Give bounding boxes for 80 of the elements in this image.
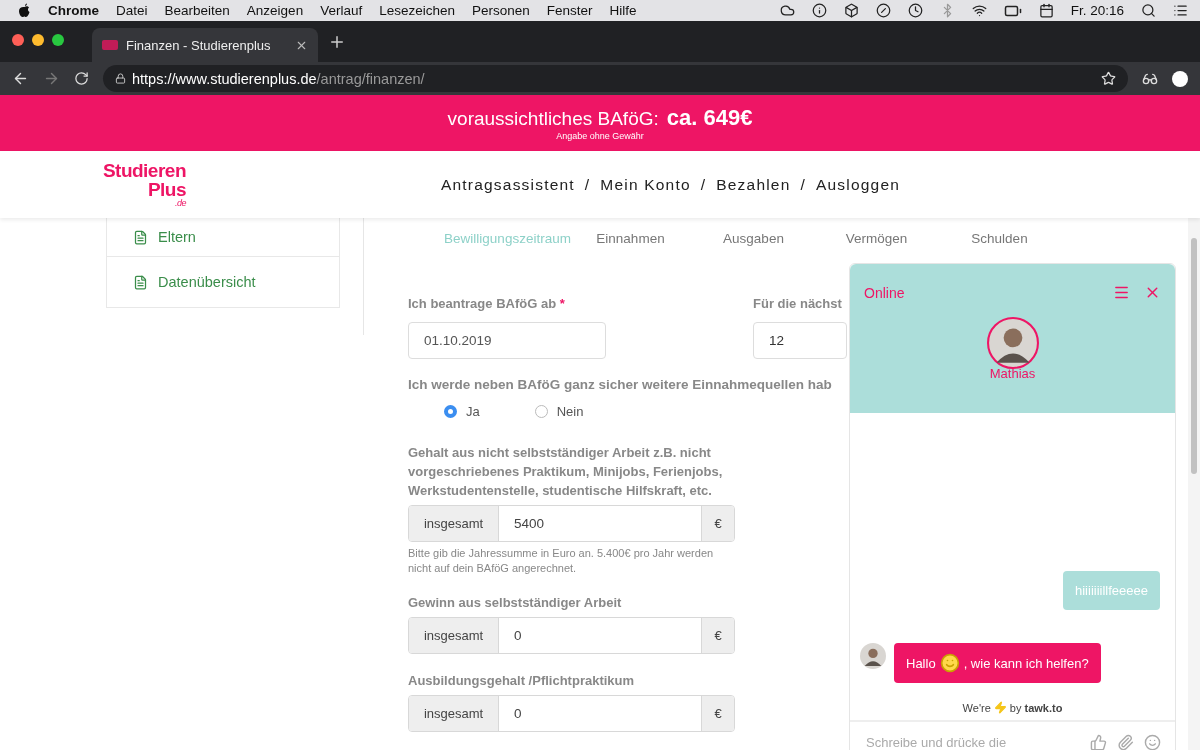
sidebar-item[interactable]: Eltern xyxy=(107,218,339,257)
agent-avatar xyxy=(986,317,1039,369)
chat-message: Hallo , wie kann ich helfen? xyxy=(894,643,1101,683)
nav-separator: / xyxy=(584,175,591,194)
agent-name: Mathias xyxy=(989,366,1036,381)
lock-icon xyxy=(115,73,126,84)
scrollbar[interactable] xyxy=(1188,218,1200,750)
months-field[interactable]: 12 xyxy=(753,322,847,359)
reload-icon[interactable] xyxy=(74,71,89,86)
box-icon xyxy=(843,3,859,18)
back-icon[interactable] xyxy=(12,70,29,87)
amount-field[interactable]: insgesamt 0 € xyxy=(408,617,735,654)
nav-link[interactable]: Mein Konto xyxy=(600,175,691,194)
estimate-label: voraussichtliches BAföG: xyxy=(447,108,659,130)
menu-item[interactable]: Hilfe xyxy=(609,3,637,18)
field-label: Ich beantrage BAföG ab * xyxy=(408,295,566,313)
menu-item[interactable]: Verlauf xyxy=(320,3,363,18)
wifi-icon xyxy=(971,3,987,18)
browser-tab[interactable]: Finanzen - Studierenplus xyxy=(92,28,318,62)
amount-field[interactable]: insgesamt 0 € xyxy=(408,695,735,732)
document-icon xyxy=(133,229,148,245)
thumbs-up-icon[interactable] xyxy=(1090,733,1107,750)
cloud-icon xyxy=(779,3,795,18)
lightning-icon xyxy=(993,701,1007,714)
radio-icon[interactable] xyxy=(444,405,457,418)
step-label[interactable]: Vermögen xyxy=(845,231,908,246)
app-menu[interactable]: Chrome xyxy=(48,3,99,18)
field-label: Gewinn aus selbstständiger Arbeit xyxy=(408,594,623,612)
field-label: Für die nächst xyxy=(753,295,843,313)
nav-separator: / xyxy=(800,175,806,194)
bookmark-star-icon[interactable] xyxy=(1101,71,1116,86)
radio-option[interactable]: Nein xyxy=(534,404,584,419)
agent-avatar xyxy=(860,643,886,669)
clock[interactable]: Fr. 20:16 xyxy=(1070,3,1124,18)
paperclip-icon[interactable] xyxy=(1117,733,1134,750)
nav-separator: / xyxy=(700,175,707,194)
nav-link[interactable]: Ausloggen xyxy=(816,175,901,194)
menu-item[interactable]: Bearbeiten xyxy=(164,3,230,18)
step-label[interactable]: Einnahmen xyxy=(596,231,665,246)
menu-item[interactable]: Datei xyxy=(116,3,148,18)
field-hint: Bitte gib die Jahressumme in Euro an. 5.400€ pro Jahr werden nicht auf dein BAföG angerechnet. xyxy=(408,546,715,576)
clock-icon xyxy=(907,3,923,18)
address-bar[interactable]: https://www.studierenplus.de/antrag/finanzen/ xyxy=(103,65,1128,92)
menu-item[interactable]: Anzeigen xyxy=(246,3,304,18)
field-label: Gehalt aus nicht selbstständiger Arbeit z.B. nicht vorgeschriebenes Praktikum, Minijobs, Ferienjobs, Werkstudentenstelle, studentische Hilfskraft, etc. xyxy=(408,444,724,500)
apple-icon[interactable] xyxy=(18,3,31,18)
minimize-window-button[interactable] xyxy=(32,33,44,46)
menu-icon[interactable] xyxy=(1113,284,1130,301)
radio-option[interactable]: Ja xyxy=(444,404,480,419)
question-label: Ich werde neben BAföG ganz sicher weitere Einnahmequellen hab xyxy=(408,377,832,392)
estimate-note: Angabe ohne Gewähr xyxy=(556,131,644,141)
profile-avatar[interactable] xyxy=(1172,70,1188,87)
sidebar-item[interactable]: Datenübersicht xyxy=(107,257,339,307)
field-label: Ausbildungsgehalt /Pflichtpraktikum xyxy=(408,672,636,690)
circle-slash-icon xyxy=(875,3,891,18)
date-field[interactable]: 01.10.2019 xyxy=(408,322,606,359)
chat-status: Online xyxy=(864,284,906,301)
step-label[interactable]: Schulden xyxy=(971,231,1028,246)
estimate-amount: ca. 649€ xyxy=(666,105,753,131)
powered-by-link[interactable]: by tawk.to xyxy=(1009,701,1063,714)
amount-field[interactable]: insgesamt 5400 € xyxy=(408,505,735,542)
search-icon xyxy=(1141,3,1156,18)
forward-icon[interactable] xyxy=(43,70,60,87)
calendar-icon xyxy=(1038,3,1054,18)
menu-item[interactable]: Fenster xyxy=(546,3,593,18)
menu-item[interactable]: Personen xyxy=(472,3,530,18)
zoom-window-button[interactable] xyxy=(52,33,64,46)
document-icon xyxy=(133,274,148,290)
nav-link[interactable]: Antragsassistent xyxy=(441,175,575,194)
step-label[interactable]: Ausgaben xyxy=(723,231,784,246)
menu-item[interactable]: Lesezeichen xyxy=(379,3,455,18)
nav-link[interactable]: Bezahlen xyxy=(716,175,791,194)
radio-icon[interactable] xyxy=(534,405,548,418)
info-icon xyxy=(811,3,827,18)
footer-text: We're xyxy=(962,701,991,714)
chat-message: hiiiiiiillfeeeee xyxy=(1063,571,1160,610)
smiley-icon xyxy=(939,653,960,673)
list-icon xyxy=(1173,3,1188,18)
close-window-button[interactable] xyxy=(12,33,24,46)
favicon-icon xyxy=(102,40,118,50)
